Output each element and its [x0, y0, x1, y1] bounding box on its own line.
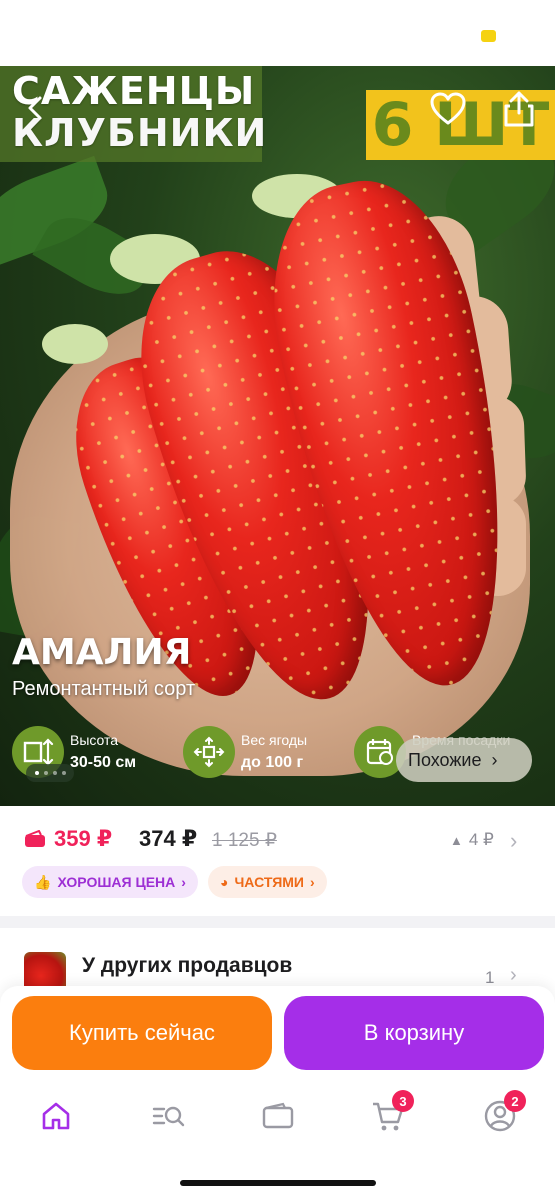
buy-now-button[interactable]: Купить сейчас — [12, 996, 272, 1070]
product-gallery[interactable]: САЖЕНЦЫ КЛУБНИКИ 6 ШТ АМАЛИЯ Ремонтантны… — [0, 66, 555, 806]
berry-weight-icon — [183, 726, 235, 778]
feature-value: до 100 г — [241, 754, 304, 771]
home-icon — [42, 1102, 70, 1130]
profile-badge: 2 — [504, 1090, 526, 1112]
triangle-up-icon: ▲ — [450, 832, 463, 848]
variety-name: АМАЛИЯ — [12, 632, 192, 673]
good-price-label: ХОРОШАЯ ЦЕНА — [57, 874, 176, 890]
variety-subtitle: Ремонтантный сорт — [12, 678, 196, 700]
feature-label: Высота — [70, 732, 119, 748]
similar-products-button[interactable]: Похожие › — [396, 738, 532, 782]
gallery-dot — [34, 771, 39, 775]
chevron-right-icon: › — [181, 874, 186, 890]
back-icon[interactable] — [22, 94, 50, 122]
chevron-right-icon: › — [510, 964, 517, 986]
status-bar — [0, 0, 555, 66]
home-indicator — [180, 1180, 376, 1186]
tab-wallet[interactable] — [258, 1096, 298, 1136]
old-price: 1 125 ₽ — [212, 830, 277, 851]
tab-catalog[interactable] — [148, 1096, 188, 1136]
berry-calyx — [42, 324, 108, 364]
favorite-heart-icon[interactable] — [430, 92, 466, 126]
feature-label: Вес ягоды — [241, 732, 308, 748]
gallery-dot — [52, 771, 57, 775]
installments-tag[interactable]: ◕ ЧАСТЯМИ › — [208, 866, 327, 898]
gallery-pagination — [26, 764, 74, 782]
feature-value: 30-50 см — [70, 754, 137, 771]
feature-berry-weight: Вес ягоды до 100 г — [183, 724, 343, 780]
section-divider — [0, 916, 555, 928]
wallet-card-icon — [25, 830, 45, 847]
purchase-action-bar: Купить сейчас В корзину — [0, 986, 555, 1078]
other-sellers-title: У других продавцов — [82, 954, 293, 977]
catalog-search-icon — [152, 1106, 185, 1127]
add-to-cart-button[interactable]: В корзину — [284, 996, 544, 1070]
price-history[interactable]: ▲ 4 ₽ — [450, 830, 494, 850]
tab-profile[interactable]: 2 — [480, 1090, 526, 1136]
similar-label: Похожие — [408, 749, 482, 770]
price-drop-value: 4 ₽ — [468, 830, 494, 849]
card-price: 359 ₽ — [54, 826, 113, 851]
share-icon[interactable] — [502, 90, 536, 128]
chevron-right-icon: › — [309, 874, 315, 890]
gallery-dot — [43, 771, 48, 775]
other-sellers-count: 1 — [485, 968, 495, 987]
good-price-tag[interactable]: 👍 ХОРОШАЯ ЦЕНА › — [22, 866, 198, 898]
installments-label: ЧАСТЯМИ — [234, 874, 304, 890]
chevron-right-icon: › — [491, 749, 498, 770]
chevron-right-icon[interactable]: › — [510, 828, 517, 854]
cart-badge: 3 — [392, 1090, 414, 1112]
gallery-dot — [61, 771, 66, 775]
price-card: 359 ₽ 374 ₽ 1 125 ₽ ▲ 4 ₽ › 👍 ХОРОШАЯ ЦЕ… — [0, 806, 555, 916]
status-indicator — [481, 30, 496, 42]
tab-cart[interactable]: 3 — [368, 1090, 414, 1136]
tab-home[interactable] — [36, 1096, 76, 1136]
pie-chart-icon: ◕ — [220, 874, 229, 890]
thumbs-up-icon: 👍 — [34, 873, 52, 890]
wallet-icon — [262, 1102, 294, 1129]
regular-price: 374 ₽ — [139, 826, 198, 851]
